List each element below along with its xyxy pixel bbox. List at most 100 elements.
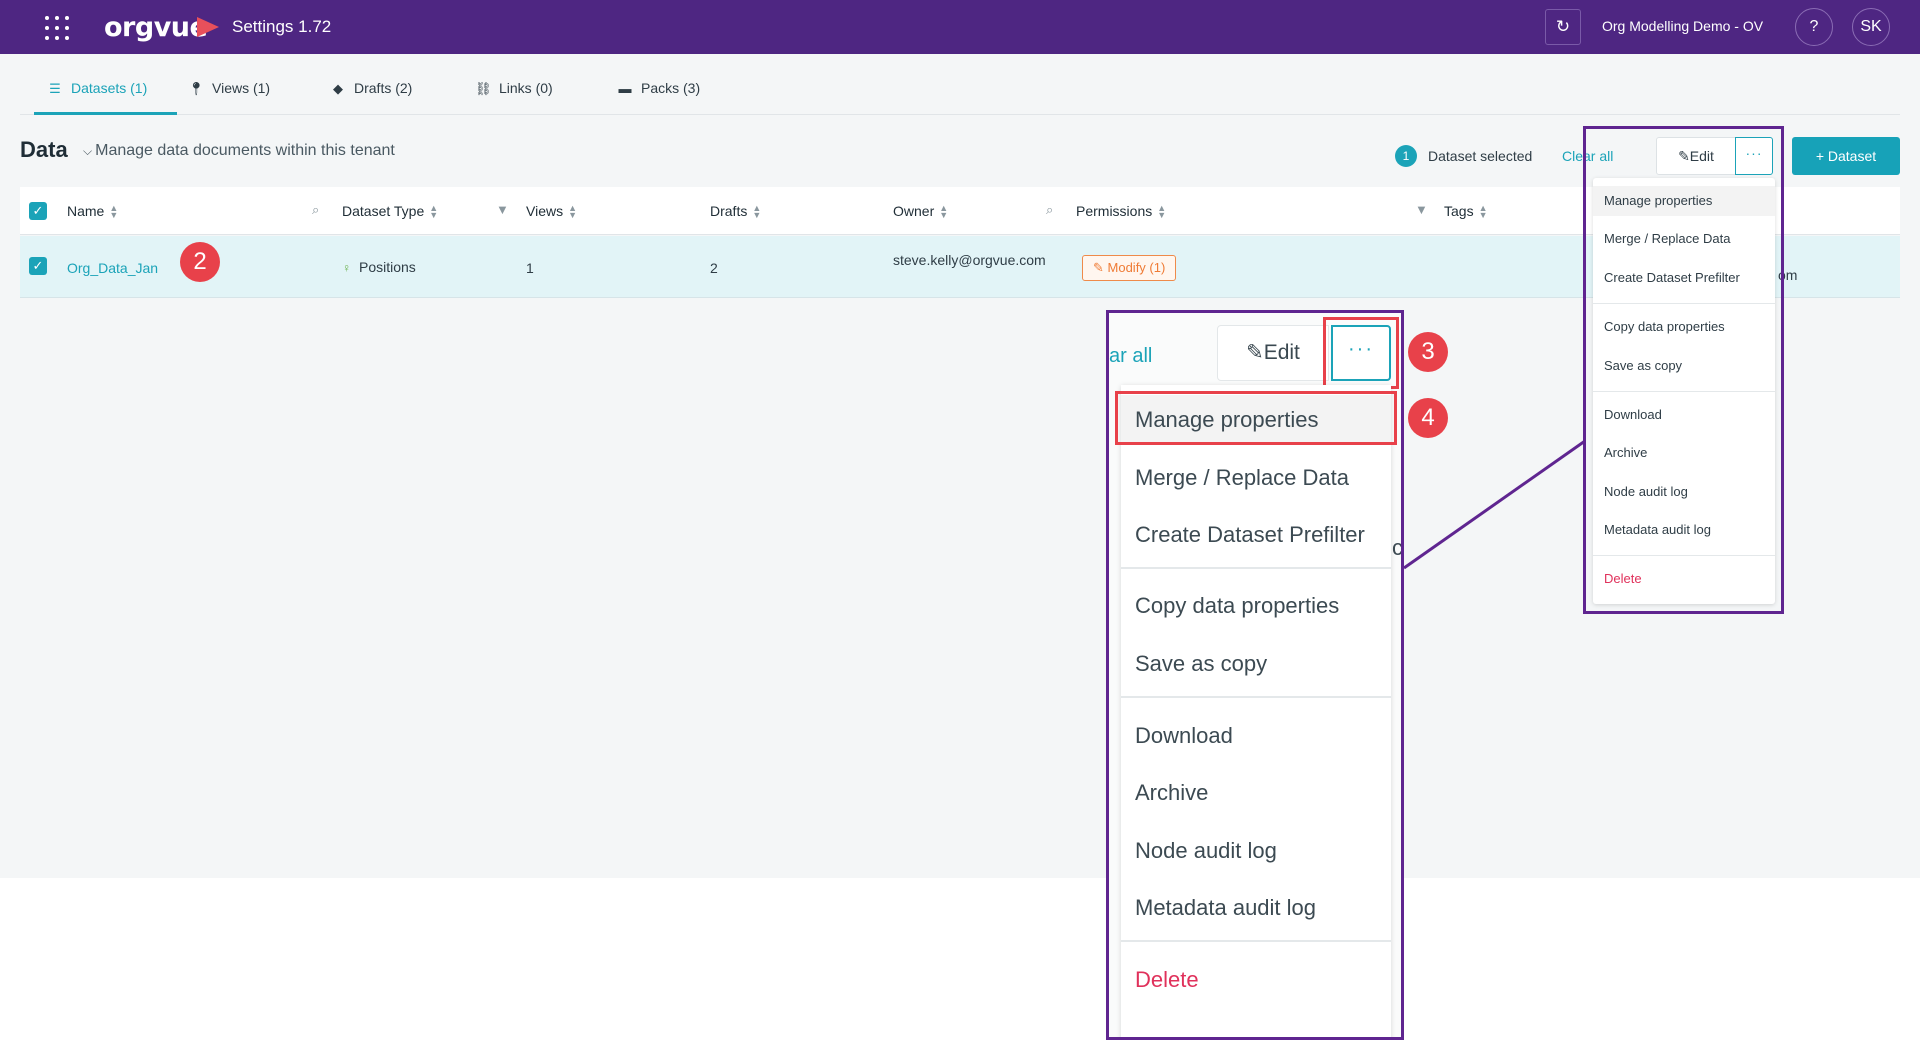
zoom-edit-button[interactable]: ✎Edit <box>1217 325 1329 381</box>
sort-icon: ▲ ▼ <box>429 203 439 221</box>
zoom-menu-item-delete[interactable]: Delete <box>1121 955 1391 1005</box>
tab-bar: ☰ Datasets (1) 📍︎ Views (1) ◆ Drafts (2) ⛓︎… <box>20 70 1900 115</box>
top-bar: orgvue Settings 1.72 ↻ Org Modelling Dem… <box>0 0 1920 54</box>
actions-dropdown: Manage properties Merge / Replace Data C… <box>1593 178 1775 604</box>
permission-label: Modify (1) <box>1107 260 1166 275</box>
menu-item-manage-properties[interactable]: Manage properties <box>1593 186 1775 216</box>
menu-item-copy-data-properties[interactable]: Copy data properties <box>1593 312 1775 342</box>
search-icon[interactable]: ⌕ <box>1046 202 1053 218</box>
permission-badge[interactable]: ✎ Modify (1) <box>1082 255 1177 281</box>
tab-label: Datasets (1) <box>71 80 148 96</box>
column-header-drafts[interactable]: Drafts ▲ ▼ <box>710 203 762 221</box>
filter-icon[interactable]: ▼ <box>1415 202 1428 217</box>
pencil-icon: ✎ <box>1246 341 1264 364</box>
logo-mark-icon <box>197 17 219 37</box>
tab-datasets[interactable]: ☰ Datasets (1) <box>34 70 177 115</box>
column-label: Permissions <box>1076 203 1153 219</box>
views-cell: 1 <box>526 260 534 276</box>
sort-icon: ▲ ▼ <box>1157 203 1167 221</box>
subtitle-text: Manage data documents within this tenant <box>95 142 395 159</box>
zoom-menu-item-copy-data-properties[interactable]: Copy data properties <box>1121 581 1391 631</box>
search-icon[interactable]: ⌕ <box>312 202 319 218</box>
menu-item-merge-replace-data[interactable]: Merge / Replace Data <box>1593 224 1775 254</box>
drafts-cell: 2 <box>710 260 718 276</box>
menu-item-download[interactable]: Download <box>1593 400 1775 430</box>
column-label: Owner <box>893 203 935 219</box>
menu-divider <box>1593 303 1775 304</box>
sort-icon: ▲ ▼ <box>939 203 949 221</box>
column-label: Views <box>526 203 564 219</box>
zoom-menu-item-create-dataset-prefilter[interactable]: Create Dataset Prefilter <box>1121 510 1391 560</box>
refresh-icon: ↻ <box>1555 17 1571 36</box>
logo: orgvue <box>104 12 208 43</box>
dataset-type-label: Positions <box>359 259 416 275</box>
pack-icon: ▬ <box>618 81 632 96</box>
menu-item-node-audit-log[interactable]: Node audit log <box>1593 477 1775 507</box>
column-header-owner[interactable]: Owner ▲ ▼ <box>893 203 949 221</box>
column-label: Tags <box>1444 203 1474 219</box>
select-all-checkbox[interactable]: ✓ <box>29 202 47 220</box>
pencil-icon: ✎ <box>1093 260 1108 275</box>
page-title: Data <box>20 137 68 162</box>
zoom-menu-item-node-audit-log[interactable]: Node audit log <box>1121 826 1391 876</box>
pin-icon: 📍︎ <box>188 81 205 96</box>
tab-drafts[interactable]: ◆ Drafts (2) <box>330 70 412 115</box>
page-subtitle[interactable]: ⌵ Manage data documents within this tenan… <box>83 142 395 160</box>
sort-icon: ▲ ▼ <box>568 203 578 221</box>
column-header-tags[interactable]: Tags ▲ ▼ <box>1444 203 1488 221</box>
selection-count-badge: 1 <box>1395 145 1417 167</box>
zoomed-dropdown-panel: ar all ✎Edit ··· Manage properties Merge… <box>1106 310 1404 1040</box>
avatar[interactable]: SK <box>1852 8 1890 46</box>
sort-icon: ▲ ▼ <box>1478 203 1488 221</box>
zoom-menu-item-save-as-copy[interactable]: Save as copy <box>1121 639 1391 689</box>
menu-divider <box>1121 696 1391 698</box>
zoom-overflow-text: c <box>1392 535 1403 560</box>
zoom-menu-item-archive[interactable]: Archive <box>1121 768 1391 818</box>
menu-item-create-dataset-prefilter[interactable]: Create Dataset Prefilter <box>1593 263 1775 293</box>
step-badge-2: 2 <box>180 242 220 282</box>
menu-divider <box>1121 567 1391 569</box>
chevron-down-icon: ⌵ <box>83 144 93 158</box>
column-label: Drafts <box>710 203 748 219</box>
highlight-more-button <box>1323 317 1399 389</box>
zoom-actions-dropdown: Manage properties Merge / Replace Data C… <box>1121 385 1391 1037</box>
edit-label: Edit <box>1263 341 1300 364</box>
menu-item-delete[interactable]: Delete <box>1593 564 1775 594</box>
help-button[interactable]: ? <box>1795 8 1833 46</box>
menu-item-save-as-copy[interactable]: Save as copy <box>1593 351 1775 381</box>
column-header-permissions[interactable]: Permissions ▲ ▼ <box>1076 203 1167 221</box>
tab-links[interactable]: ⛓︎ Links (0) <box>475 70 553 115</box>
positions-icon: ♀ <box>342 261 351 275</box>
sort-icon: ▲ ▼ <box>109 203 119 221</box>
add-dataset-button[interactable]: + Dataset <box>1792 137 1900 175</box>
zoom-clear-all-link[interactable]: ar all <box>1109 345 1152 368</box>
tab-label: Links (0) <box>499 80 553 96</box>
dataset-type-cell: ♀ Positions <box>342 259 416 275</box>
step-badge-3: 3 <box>1408 332 1448 372</box>
tab-label: Views (1) <box>212 80 271 96</box>
menu-item-archive[interactable]: Archive <box>1593 438 1775 468</box>
row-checkbox[interactable]: ✓ <box>29 257 47 275</box>
tab-views[interactable]: 📍︎ Views (1) <box>188 70 270 115</box>
zoom-menu-item-download[interactable]: Download <box>1121 711 1391 761</box>
sync-button[interactable]: ↻ <box>1545 9 1581 45</box>
filter-icon[interactable]: ▼ <box>496 202 509 217</box>
column-header-name[interactable]: Name ▲ ▼ <box>67 203 119 221</box>
column-header-dataset-type[interactable]: Dataset Type ▲ ▼ <box>342 203 439 221</box>
database-icon: ☰ <box>49 81 61 96</box>
app-launcher-icon[interactable] <box>45 16 69 40</box>
tenant-selector[interactable]: Org Modelling Demo - OV <box>1602 18 1763 34</box>
zoom-menu-item-merge-replace-data[interactable]: Merge / Replace Data <box>1121 453 1391 503</box>
owner-cell: steve.kelly@orgvue.com <box>893 252 1046 268</box>
sort-icon: ▲ ▼ <box>752 203 762 221</box>
menu-item-metadata-audit-log[interactable]: Metadata audit log <box>1593 515 1775 545</box>
tab-packs[interactable]: ▬ Packs (3) <box>617 70 701 115</box>
zoom-menu-item-metadata-audit-log[interactable]: Metadata audit log <box>1121 883 1391 933</box>
column-header-views[interactable]: Views ▲ ▼ <box>526 203 578 221</box>
highlight-manage-properties <box>1115 391 1397 445</box>
menu-divider <box>1121 940 1391 942</box>
column-label: Name <box>67 203 105 219</box>
dataset-name-link[interactable]: Org_Data_Jan <box>67 260 158 276</box>
app-title: Settings 1.72 <box>232 17 332 36</box>
link-icon: ⛓︎ <box>475 81 492 96</box>
